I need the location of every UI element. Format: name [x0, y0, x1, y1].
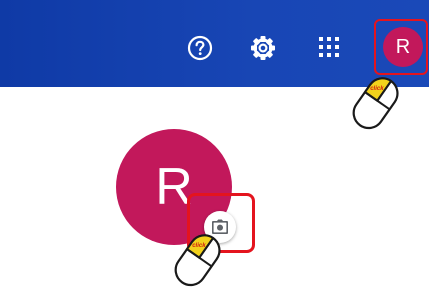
highlight-account-avatar	[374, 19, 428, 75]
help-circle-icon	[187, 35, 213, 61]
app-grid-icon	[319, 37, 339, 57]
help-button[interactable]	[186, 34, 214, 62]
gear-icon	[251, 36, 275, 60]
mouse-click-icon: click	[352, 77, 399, 130]
settings-button[interactable]	[248, 33, 278, 63]
click-label: click	[370, 86, 384, 92]
click-label: click	[192, 243, 206, 249]
mouse-click-icon: click	[174, 234, 221, 287]
apps-launcher-button[interactable]	[317, 35, 341, 59]
